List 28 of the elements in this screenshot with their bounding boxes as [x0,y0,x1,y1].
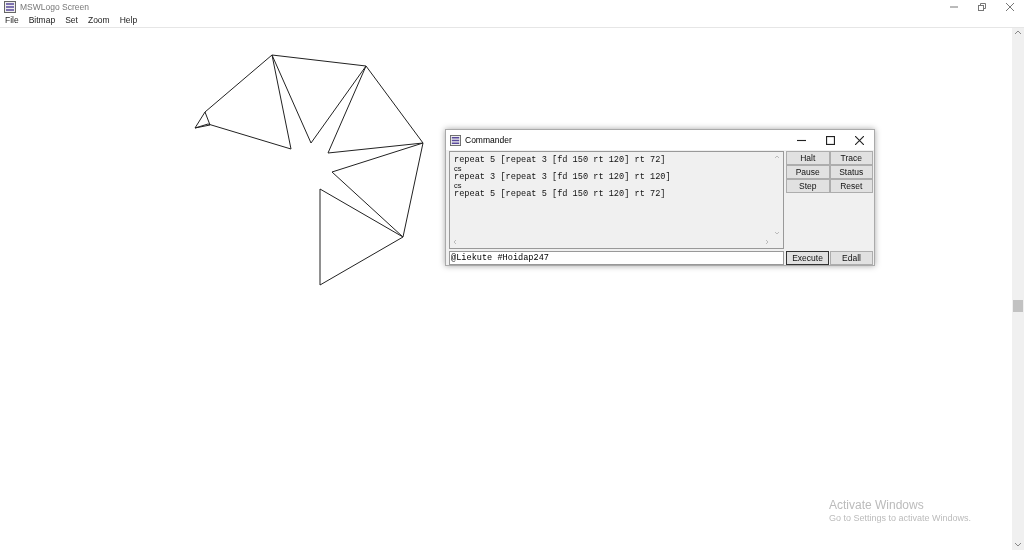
menu-item[interactable]: Help [114,14,143,27]
maximize-icon[interactable] [826,135,835,145]
watermark-title: Activate Windows [829,497,924,514]
command-button[interactable]: Step [786,179,830,193]
restore-icon[interactable] [978,3,986,11]
command-button[interactable]: Status [829,165,873,179]
history-line: repeat 3 [repeat 3 [fd 150 rt 120] rt 120] [454,173,672,182]
command-button[interactable]: Trace [829,151,873,165]
scrollbar[interactable] [451,237,771,247]
close-icon[interactable] [855,135,864,145]
menu-item[interactable]: Set [60,14,83,27]
history-line: repeat 5 [repeat 5 [fd 150 rt 120] rt 72] [454,190,667,199]
app-icon [450,134,461,146]
command-button[interactable]: Execute [786,251,829,265]
scrollbar[interactable] [772,153,782,237]
command-button[interactable]: Pause [786,165,830,179]
menu-item[interactable]: Bitmap [23,14,61,27]
window-title: MSWLogo Screen [20,0,89,14]
history-line: repeat 5 [repeat 3 [fd 150 rt 120] rt 72] [454,156,667,165]
command-input-field[interactable]: @Liekute #Hoidap247 [449,251,784,265]
menu-item[interactable]: File [0,14,24,27]
command-button[interactable]: Reset [829,179,873,193]
menu-item[interactable]: Zoom [82,14,115,27]
command-button[interactable]: Edall [830,251,873,265]
watermark-subtitle: Go to Settings to activate Windows. [829,512,972,525]
app-icon [4,1,16,13]
command-button[interactable]: Halt [786,151,830,165]
window-title: Commander [465,133,512,147]
